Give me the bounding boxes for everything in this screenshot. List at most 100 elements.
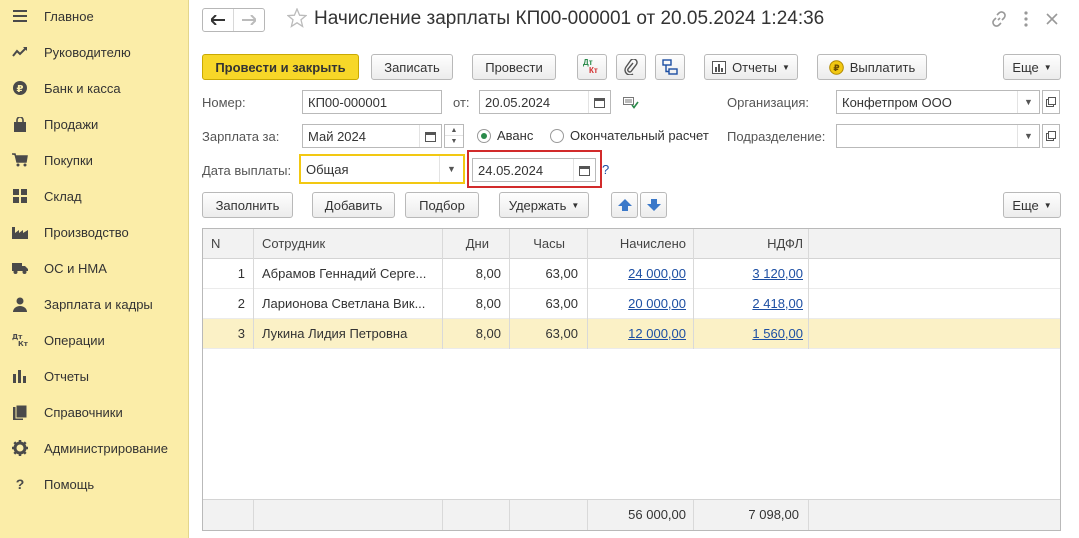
open-organization-button[interactable] — [1042, 90, 1060, 114]
calendar-icon[interactable] — [419, 125, 441, 147]
cell-ndfl-link[interactable]: 1 560,00 — [703, 319, 803, 349]
sidebar-item-reports[interactable]: Отчеты — [0, 358, 189, 394]
table-header: N Сотрудник Дни Часы Начислено НДФЛ — [203, 229, 1060, 259]
sidebar-item-purchases[interactable]: Покупки — [0, 142, 189, 178]
dt-kt-icon: Дт Кт — [10, 330, 30, 350]
forward-button[interactable] — [233, 9, 264, 31]
chevron-down-icon: ▼ — [571, 200, 580, 210]
add-button[interactable]: Добавить — [312, 192, 395, 218]
fill-button[interactable]: Заполнить — [202, 192, 293, 218]
help-question-icon[interactable]: ? — [602, 162, 609, 177]
dt-kt-button[interactable]: Дт Кт — [577, 54, 607, 80]
truck-icon — [10, 258, 30, 278]
back-button[interactable] — [203, 9, 233, 31]
sidebar-item-sales[interactable]: Продажи — [0, 106, 189, 142]
salary-period-value: Май 2024 — [308, 128, 366, 144]
sidebar-item-help[interactable]: ? Помощь — [0, 466, 189, 502]
arrow-up-icon — [617, 199, 632, 211]
final-calculation-radio[interactable] — [550, 129, 564, 143]
move-down-button[interactable] — [640, 192, 667, 218]
sidebar-item-manager[interactable]: Руководителю — [0, 34, 189, 70]
withhold-dropdown-button[interactable]: Удержать ▼ — [499, 192, 589, 218]
date-field[interactable]: 20.05.2024 — [479, 90, 611, 114]
trend-icon — [10, 42, 30, 62]
chevron-down-icon: ▼ — [782, 62, 790, 72]
sidebar-item-main[interactable]: Главное — [0, 0, 189, 34]
salary-period-field[interactable]: Май 2024 — [302, 124, 442, 148]
stepper-down-icon[interactable]: ▼ — [445, 136, 463, 147]
table-footer: 56 000,00 7 098,00 — [203, 499, 1060, 530]
header-days[interactable]: Дни — [443, 229, 489, 259]
table-row-selected[interactable]: 3 Лукина Лидия Петровна 8,00 63,00 12 00… — [203, 319, 1060, 349]
select-button[interactable]: Подбор — [405, 192, 479, 218]
cell-ndfl-link[interactable]: 2 418,00 — [703, 289, 803, 319]
stepper-up-icon[interactable]: ▲ — [445, 125, 463, 136]
link-icon[interactable] — [990, 10, 1008, 28]
sidebar-item-label: Помощь — [44, 476, 95, 492]
cell-ndfl-link[interactable]: 3 120,00 — [703, 259, 803, 289]
period-stepper[interactable]: ▲ ▼ — [444, 124, 464, 148]
table-row[interactable]: 2 Ларионова Светлана Вик... 8,00 63,00 2… — [203, 289, 1060, 319]
header-ndfl[interactable]: НДФЛ — [703, 229, 803, 259]
pay-date-type-field[interactable]: Общая ▼ — [299, 154, 465, 184]
sidebar-item-warehouse[interactable]: Склад — [0, 178, 189, 214]
sidebar-item-label: Продажи — [44, 116, 99, 132]
more-vertical-icon[interactable] — [1017, 10, 1035, 28]
dropdown-icon[interactable]: ▼ — [1017, 91, 1039, 113]
cell-accrued-link[interactable]: 24 000,00 — [593, 259, 686, 289]
dropdown-icon[interactable]: ▼ — [1017, 125, 1039, 147]
post-button[interactable]: Провести — [472, 54, 556, 80]
cell-n: 1 — [237, 266, 245, 281]
svg-text:Кт: Кт — [18, 340, 28, 347]
cell-accrued-link[interactable]: 12 000,00 — [593, 319, 686, 349]
chevron-down-icon: ▼ — [1043, 62, 1052, 72]
advance-label: Аванс — [497, 128, 534, 143]
page-title: Начисление зарплаты КП00-000001 от 20.05… — [314, 8, 825, 29]
cell-n: 2 — [237, 296, 245, 311]
sidebar: Главное Руководителю ₽ Банк и касса Прод… — [0, 0, 189, 538]
arrow-left-icon — [211, 15, 226, 25]
calendar-icon[interactable] — [588, 91, 610, 113]
pay-button[interactable]: ₽ Выплатить — [817, 54, 927, 80]
cell-employee: Лукина Лидия Петровна — [262, 326, 408, 341]
number-field[interactable]: КП00-000001 — [302, 90, 442, 114]
department-field[interactable]: ▼ — [836, 124, 1040, 148]
sidebar-item-operations[interactable]: Дт Кт Операции — [0, 322, 189, 358]
sidebar-item-production[interactable]: Производство — [0, 214, 189, 250]
sidebar-item-label: Зарплата и кадры — [44, 296, 153, 312]
cell-hours: 63,00 — [545, 266, 578, 281]
more-label: Еще — [1012, 197, 1039, 213]
attach-button[interactable] — [616, 54, 646, 80]
header-employee[interactable]: Сотрудник — [262, 229, 325, 259]
accruals-table: N Сотрудник Дни Часы Начислено НДФЛ 1 Аб… — [202, 228, 1061, 531]
post-and-close-button[interactable]: Провести и закрыть — [202, 54, 359, 80]
advance-radio[interactable] — [477, 129, 491, 143]
header-n[interactable]: N — [211, 229, 220, 259]
date-label: от: — [453, 95, 470, 110]
header-accrued[interactable]: Начислено — [593, 229, 686, 259]
sidebar-item-salary[interactable]: Зарплата и кадры — [0, 286, 189, 322]
more-button[interactable]: Еще ▼ — [1003, 54, 1061, 80]
sidebar-item-assets[interactable]: ОС и НМА — [0, 250, 189, 286]
chevron-down-icon: ▼ — [1043, 200, 1052, 210]
structure-button[interactable] — [655, 54, 685, 80]
number-label: Номер: — [202, 95, 246, 110]
sidebar-item-catalogs[interactable]: Справочники — [0, 394, 189, 430]
cell-accrued-link[interactable]: 20 000,00 — [593, 289, 686, 319]
move-up-button[interactable] — [611, 192, 638, 218]
table-more-button[interactable]: Еще ▼ — [1003, 192, 1061, 218]
dropdown-icon[interactable]: ▼ — [439, 156, 463, 182]
table-row[interactable]: 1 Абрамов Геннадий Серге... 8,00 63,00 2… — [203, 259, 1060, 289]
save-button[interactable]: Записать — [371, 54, 453, 80]
favorite-star-icon[interactable] — [286, 7, 309, 30]
close-icon[interactable] — [1043, 10, 1061, 28]
sidebar-item-label: Администрирование — [44, 440, 168, 456]
open-department-button[interactable] — [1042, 124, 1060, 148]
header-hours[interactable]: Часы — [510, 229, 565, 259]
sidebar-item-admin[interactable]: Администрирование — [0, 430, 189, 466]
organization-field[interactable]: Конфетпром ООО ▼ — [836, 90, 1040, 114]
sidebar-item-bank[interactable]: ₽ Банк и касса — [0, 70, 189, 106]
kt-label: Кт — [589, 66, 598, 75]
sidebar-item-label: Главное — [44, 8, 94, 24]
reports-dropdown-button[interactable]: Отчеты ▼ — [704, 54, 798, 80]
